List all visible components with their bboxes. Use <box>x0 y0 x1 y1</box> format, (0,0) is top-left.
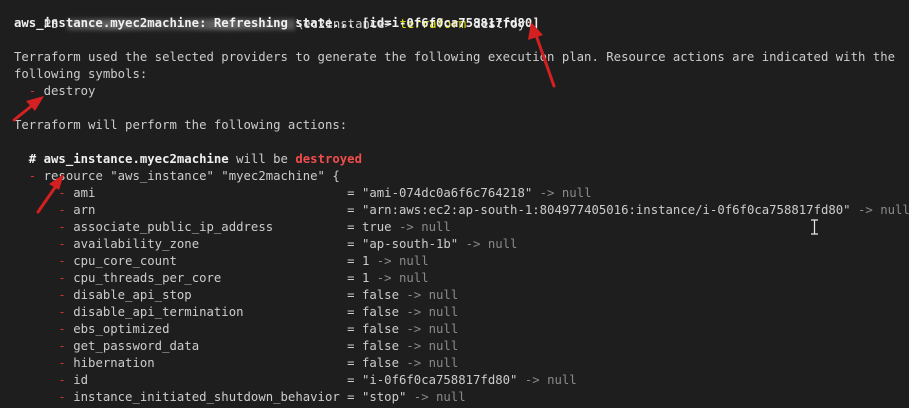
attribute-row: - cpu_core_count = 1 -> null <box>14 253 429 270</box>
null-suffix: -> null <box>399 339 459 353</box>
null-suffix: -> null <box>391 220 451 234</box>
attribute-equals: = <box>339 356 362 370</box>
refresh-line: aws_instance.myec2machine: Refreshing st… <box>14 16 540 30</box>
null-suffix: -> null <box>399 305 459 319</box>
attribute-name: get_password_data <box>73 339 200 353</box>
comment-hash: # <box>14 152 44 166</box>
attribute-name: instance_initiated_shutdown_behavior <box>73 390 340 404</box>
attribute-equals: = <box>339 271 362 285</box>
attribute-equals: = <box>339 254 362 268</box>
attribute-equals: = <box>339 203 362 217</box>
attribute-dash: - <box>14 356 74 370</box>
perform-line: Terraform will perform the following act… <box>14 118 348 132</box>
null-suffix: -> null <box>369 254 429 268</box>
attribute-dash: - <box>14 220 74 234</box>
symbol-dash: - <box>14 84 44 98</box>
null-suffix: -> null <box>850 203 909 217</box>
attribute-row: - cpu_threads_per_core = 1 -> null <box>14 270 429 287</box>
attribute-value: "ap-south-1b" <box>361 237 459 251</box>
comment-will-be: will be <box>228 152 296 166</box>
attribute-name: cpu_threads_per_core <box>73 271 222 285</box>
attribute-row: - associate_public_ip_address = true -> … <box>14 219 451 236</box>
attribute-row: - ebs_optimized = false -> null <box>14 321 458 338</box>
attribute-name: availability_zone <box>73 237 200 251</box>
attribute-dash: - <box>14 322 74 336</box>
info-line-2: following symbols: <box>14 67 148 81</box>
null-suffix: -> null <box>399 356 459 370</box>
attribute-dash: - <box>14 237 74 251</box>
attribute-value: "i-0f6f0ca758817fd80" <box>361 373 518 387</box>
attribute-row: - disable_api_termination = false -> nul… <box>14 304 458 321</box>
resource-comment-line: # aws_instance.myec2machine will be dest… <box>14 151 362 168</box>
attribute-row: - get_password_data = false -> null <box>14 338 458 355</box>
attribute-value: false <box>361 305 399 319</box>
attribute-name: id <box>73 373 89 387</box>
resource-dash: - <box>14 169 44 183</box>
null-suffix: -> null <box>369 271 429 285</box>
attribute-value: "stop" <box>361 390 407 404</box>
attribute-value: false <box>361 339 399 353</box>
attribute-row: - id = "i-0f6f0ca758817fd80" -> null <box>14 372 577 389</box>
comment-destroyed: destroyed <box>295 152 362 166</box>
attribute-dash: - <box>14 390 74 404</box>
attribute-value: false <box>361 356 399 370</box>
null-suffix: -> null <box>458 237 518 251</box>
attribute-row: - availability_zone = "ap-south-1b" -> n… <box>14 236 517 253</box>
attribute-row: - instance_initiated_shutdown_behavior =… <box>14 389 466 406</box>
attribute-equals: = <box>339 288 362 302</box>
info-line-1: Terraform used the selected providers to… <box>14 50 895 64</box>
null-suffix: -> null <box>532 186 592 200</box>
attribute-value: false <box>361 288 399 302</box>
resource-declaration-line: - resource "aws_instance" "myec2machine"… <box>14 168 340 185</box>
attribute-name: ebs_optimized <box>73 322 170 336</box>
attribute-dash: - <box>14 203 74 217</box>
attribute-equals: = <box>339 220 362 234</box>
resource-text: resource "aws_instance" "myec2machine" { <box>43 169 340 183</box>
symbol-line: - destroy <box>14 83 96 100</box>
attribute-name: ami <box>73 186 96 200</box>
attribute-name: hibernation <box>73 356 155 370</box>
attribute-row: - hibernation = false -> null <box>14 355 458 372</box>
attribute-dash: - <box>14 288 74 302</box>
attribute-value: false <box>361 322 399 336</box>
attribute-name: associate_public_ip_address <box>73 220 274 234</box>
attribute-row: - ami = "ami-074dc0a6f6c764218" -> null <box>14 185 591 202</box>
attribute-equals: = <box>339 237 362 251</box>
attribute-equals: = <box>339 390 362 404</box>
attribute-row: - disable_api_stop = false -> null <box>14 287 458 304</box>
attribute-dash: - <box>14 339 74 353</box>
attribute-dash: - <box>14 373 74 387</box>
attribute-name: disable_api_stop <box>73 288 192 302</box>
attribute-name: cpu_core_count <box>73 254 177 268</box>
attribute-dash: - <box>14 254 74 268</box>
terminal-window[interactable]: PS \ec2instance> terraform destroy aws_i… <box>0 0 909 408</box>
attribute-value: true <box>361 220 392 234</box>
attribute-value: "arn:aws:ec2:ap-south-1:804977405016:ins… <box>361 203 851 217</box>
attribute-equals: = <box>339 322 362 336</box>
attribute-equals: = <box>339 186 362 200</box>
null-suffix: -> null <box>406 390 466 404</box>
attribute-equals: = <box>339 339 362 353</box>
attribute-name: arn <box>73 203 96 217</box>
null-suffix: -> null <box>399 322 459 336</box>
attribute-value: "ami-074dc0a6f6c764218" <box>361 186 533 200</box>
attribute-dash: - <box>14 271 74 285</box>
attribute-row: - arn = "arn:aws:ec2:ap-south-1:80497740… <box>14 202 909 219</box>
prompt-line: PS \ec2instance> terraform destroy <box>14 0 526 31</box>
comment-resource: aws_instance.myec2machine <box>43 152 229 166</box>
attribute-equals: = <box>339 373 362 387</box>
attribute-equals: = <box>339 305 362 319</box>
attribute-dash: - <box>14 305 74 319</box>
null-suffix: -> null <box>517 373 577 387</box>
symbol-label: destroy <box>43 84 96 98</box>
null-suffix: -> null <box>399 288 459 302</box>
attribute-dash: - <box>14 186 74 200</box>
text-cursor-icon <box>811 219 818 235</box>
attribute-name: disable_api_termination <box>73 305 244 319</box>
